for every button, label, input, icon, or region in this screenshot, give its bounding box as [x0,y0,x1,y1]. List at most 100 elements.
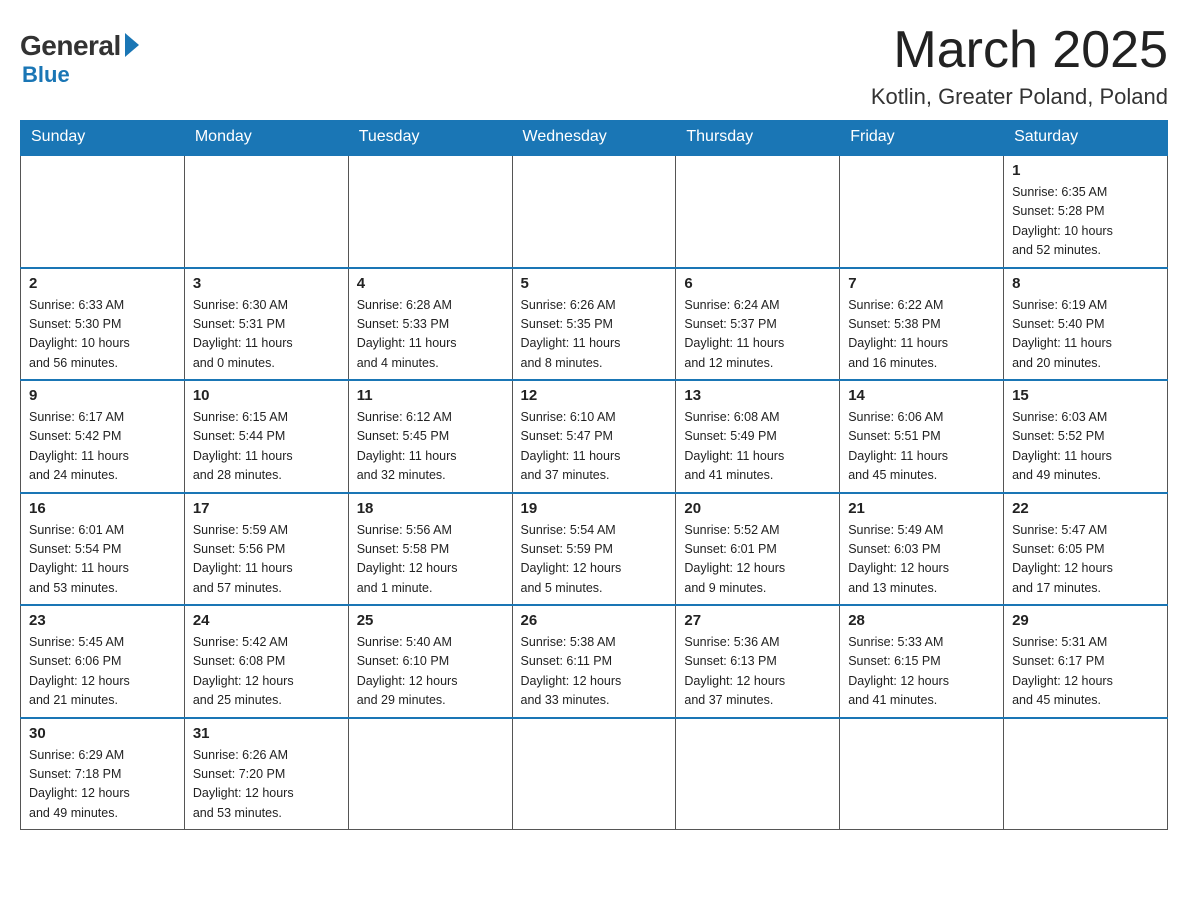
day-number: 4 [357,275,504,292]
day-info: Sunrise: 6:28 AMSunset: 5:33 PMDaylight:… [357,296,504,374]
calendar-cell: 8Sunrise: 6:19 AMSunset: 5:40 PMDaylight… [1004,268,1168,381]
day-number: 24 [193,612,340,629]
calendar-cell [348,155,512,268]
day-info: Sunrise: 6:17 AMSunset: 5:42 PMDaylight:… [29,408,176,486]
day-number: 11 [357,387,504,404]
calendar-cell [840,155,1004,268]
day-info: Sunrise: 5:52 AMSunset: 6:01 PMDaylight:… [684,521,831,599]
calendar-cell: 15Sunrise: 6:03 AMSunset: 5:52 PMDayligh… [1004,380,1168,493]
calendar-cell: 12Sunrise: 6:10 AMSunset: 5:47 PMDayligh… [512,380,676,493]
calendar-cell: 20Sunrise: 5:52 AMSunset: 6:01 PMDayligh… [676,493,840,606]
day-number: 27 [684,612,831,629]
calendar-cell: 25Sunrise: 5:40 AMSunset: 6:10 PMDayligh… [348,605,512,718]
calendar-cell: 14Sunrise: 6:06 AMSunset: 5:51 PMDayligh… [840,380,1004,493]
calendar-week-row: 23Sunrise: 5:45 AMSunset: 6:06 PMDayligh… [21,605,1168,718]
weekday-header-saturday: Saturday [1004,120,1168,155]
day-info: Sunrise: 6:26 AMSunset: 7:20 PMDaylight:… [193,746,340,824]
calendar-week-row: 16Sunrise: 6:01 AMSunset: 5:54 PMDayligh… [21,493,1168,606]
day-info: Sunrise: 5:56 AMSunset: 5:58 PMDaylight:… [357,521,504,599]
calendar-cell [21,155,185,268]
calendar-cell: 28 Sunrise: 5:33 AMSunset: 6:15 PMDayligh… [840,605,1004,718]
calendar-cell: 4 Sunrise: 6:28 AMSunset: 5:33 PMDaylight… [348,268,512,381]
day-number: 31 [193,725,340,742]
day-info: Sunrise: 5:59 AMSunset: 5:56 PMDaylight:… [193,521,340,599]
day-number: 10 [193,387,340,404]
weekday-header-sunday: Sunday [21,120,185,155]
calendar-cell [512,155,676,268]
day-info: Sunrise: 6:33 AMSunset: 5:30 PMDaylight:… [29,296,176,374]
day-info: Sunrise: 5:49 AMSunset: 6:03 PMDaylight:… [848,521,995,599]
day-number: 26 [521,612,668,629]
logo-blue-text: Blue [22,62,70,88]
day-info: Sunrise: 5:42 AMSunset: 6:08 PMDaylight:… [193,633,340,711]
day-number: 15 [1012,387,1159,404]
day-info: Sunrise: 5:36 AMSunset: 6:13 PMDaylight:… [684,633,831,711]
calendar-cell: 24 Sunrise: 5:42 AMSunset: 6:08 PMDayligh… [184,605,348,718]
calendar-cell: 17 Sunrise: 5:59 AMSunset: 5:56 PMDayligh… [184,493,348,606]
day-number: 29 [1012,612,1159,629]
calendar-week-row: 30Sunrise: 6:29 AMSunset: 7:18 PMDayligh… [21,718,1168,830]
weekday-header-tuesday: Tuesday [348,120,512,155]
logo-general-text: General [20,30,121,62]
day-number: 14 [848,387,995,404]
weekday-header-thursday: Thursday [676,120,840,155]
day-number: 22 [1012,500,1159,517]
weekday-header-monday: Monday [184,120,348,155]
day-number: 1 [1012,162,1159,179]
day-info: Sunrise: 5:31 AMSunset: 6:17 PMDaylight:… [1012,633,1159,711]
calendar-cell: 6Sunrise: 6:24 AMSunset: 5:37 PMDaylight… [676,268,840,381]
day-info: Sunrise: 5:54 AMSunset: 5:59 PMDaylight:… [521,521,668,599]
calendar-cell [1004,718,1168,830]
day-info: Sunrise: 5:33 AMSunset: 6:15 PMDaylight:… [848,633,995,711]
day-number: 30 [29,725,176,742]
calendar-cell: 22Sunrise: 5:47 AMSunset: 6:05 PMDayligh… [1004,493,1168,606]
calendar-cell: 1Sunrise: 6:35 AMSunset: 5:28 PMDaylight… [1004,155,1168,268]
day-number: 7 [848,275,995,292]
location-title: Kotlin, Greater Poland, Poland [871,84,1168,110]
calendar-table: SundayMondayTuesdayWednesdayThursdayFrid… [20,120,1168,830]
day-number: 19 [521,500,668,517]
calendar-cell: 5Sunrise: 6:26 AMSunset: 5:35 PMDaylight… [512,268,676,381]
day-number: 13 [684,387,831,404]
calendar-cell: 18Sunrise: 5:56 AMSunset: 5:58 PMDayligh… [348,493,512,606]
header: General Blue March 2025 Kotlin, Greater … [20,20,1168,110]
title-area: March 2025 Kotlin, Greater Poland, Polan… [871,20,1168,110]
calendar-cell: 10 Sunrise: 6:15 AMSunset: 5:44 PMDayligh… [184,380,348,493]
day-number: 17 [193,500,340,517]
day-info: Sunrise: 6:08 AMSunset: 5:49 PMDaylight:… [684,408,831,486]
day-number: 21 [848,500,995,517]
calendar-cell: 9 Sunrise: 6:17 AMSunset: 5:42 PMDaylight… [21,380,185,493]
calendar-cell [184,155,348,268]
calendar-cell: 13 Sunrise: 6:08 AMSunset: 5:49 PMDayligh… [676,380,840,493]
calendar-cell: 3 Sunrise: 6:30 AMSunset: 5:31 PMDaylight… [184,268,348,381]
calendar-cell: 31 Sunrise: 6:26 AMSunset: 7:20 PMDayligh… [184,718,348,830]
day-number: 23 [29,612,176,629]
calendar-week-row: 2 Sunrise: 6:33 AMSunset: 5:30 PMDaylight… [21,268,1168,381]
day-number: 2 [29,275,176,292]
calendar-cell: 16Sunrise: 6:01 AMSunset: 5:54 PMDayligh… [21,493,185,606]
day-info: Sunrise: 6:26 AMSunset: 5:35 PMDaylight:… [521,296,668,374]
calendar-cell [840,718,1004,830]
weekday-header-wednesday: Wednesday [512,120,676,155]
day-info: Sunrise: 6:15 AMSunset: 5:44 PMDaylight:… [193,408,340,486]
day-info: Sunrise: 6:24 AMSunset: 5:37 PMDaylight:… [684,296,831,374]
day-info: Sunrise: 6:30 AMSunset: 5:31 PMDaylight:… [193,296,340,374]
calendar-cell [512,718,676,830]
day-info: Sunrise: 6:10 AMSunset: 5:47 PMDaylight:… [521,408,668,486]
calendar-cell: 19 Sunrise: 5:54 AMSunset: 5:59 PMDayligh… [512,493,676,606]
calendar-cell [348,718,512,830]
day-number: 3 [193,275,340,292]
day-info: Sunrise: 6:01 AMSunset: 5:54 PMDaylight:… [29,521,176,599]
calendar-cell: 11Sunrise: 6:12 AMSunset: 5:45 PMDayligh… [348,380,512,493]
day-number: 9 [29,387,176,404]
day-number: 25 [357,612,504,629]
day-number: 8 [1012,275,1159,292]
calendar-cell: 2 Sunrise: 6:33 AMSunset: 5:30 PMDaylight… [21,268,185,381]
calendar-cell: 21 Sunrise: 5:49 AMSunset: 6:03 PMDayligh… [840,493,1004,606]
calendar-week-row: 1Sunrise: 6:35 AMSunset: 5:28 PMDaylight… [21,155,1168,268]
calendar-cell: 23Sunrise: 5:45 AMSunset: 6:06 PMDayligh… [21,605,185,718]
calendar-cell [676,155,840,268]
day-info: Sunrise: 5:38 AMSunset: 6:11 PMDaylight:… [521,633,668,711]
weekday-header-friday: Friday [840,120,1004,155]
day-number: 28 [848,612,995,629]
